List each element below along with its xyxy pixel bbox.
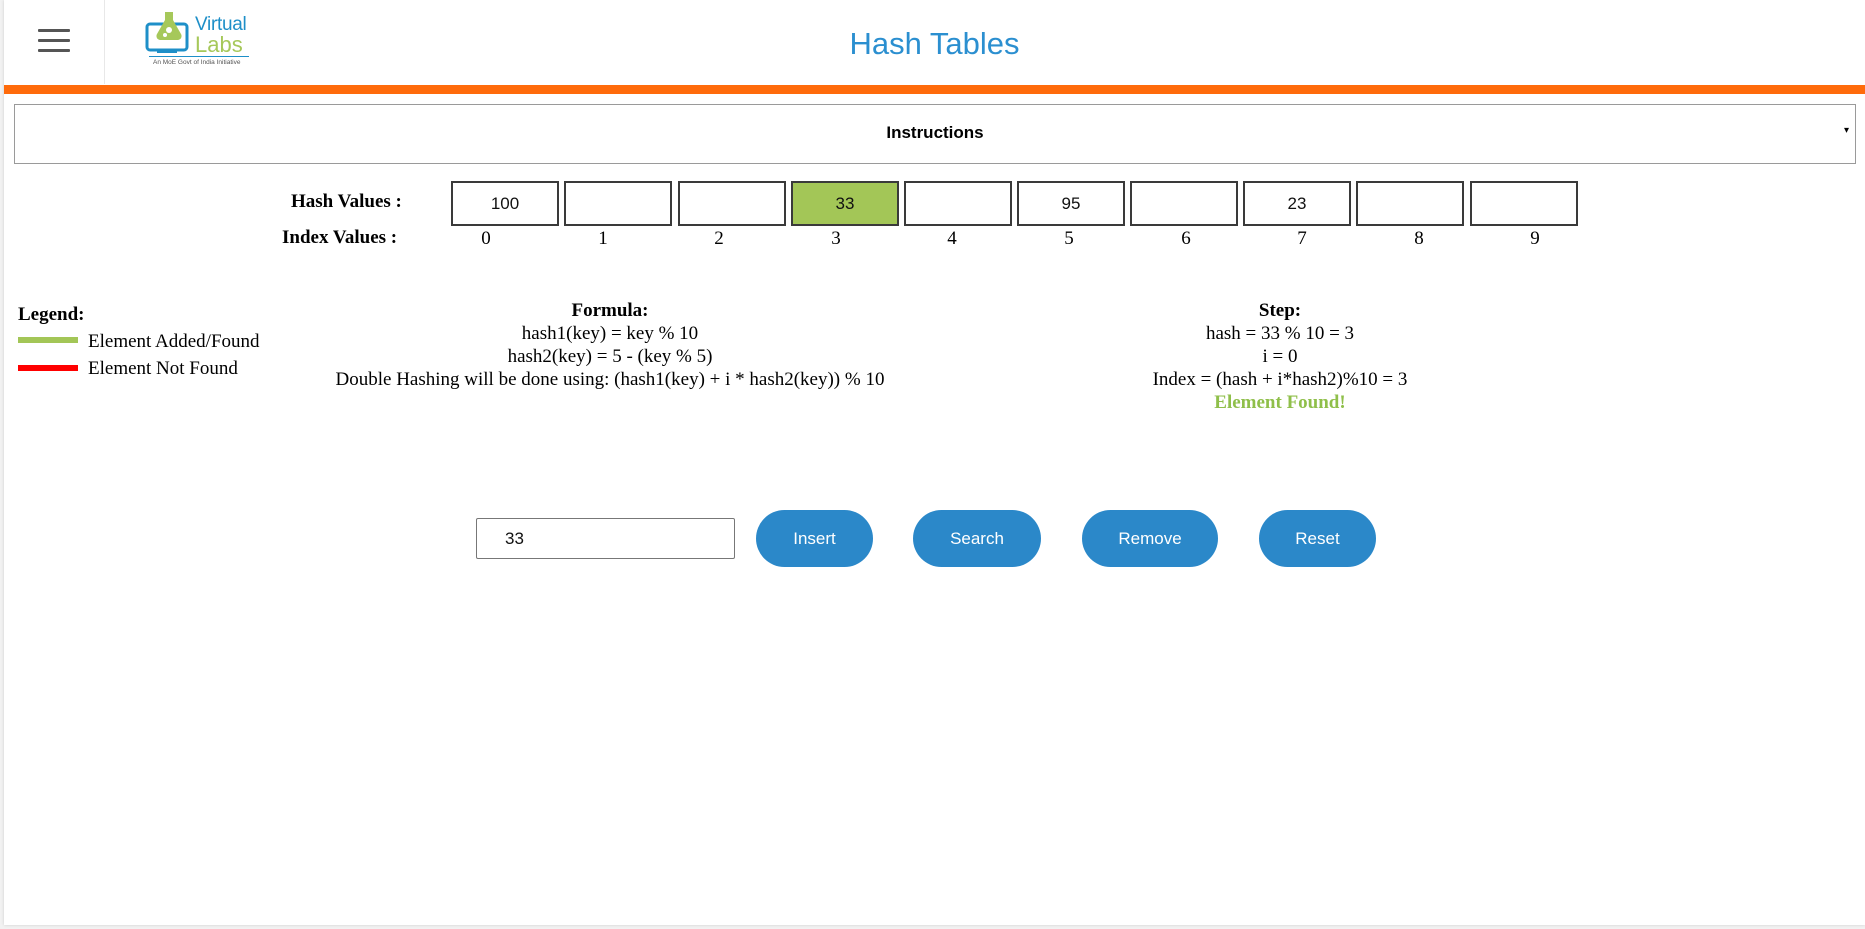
legend-not-found-label: Element Not Found: [88, 358, 238, 379]
index-value: 5: [1064, 228, 1074, 249]
caret-down-icon: ▾: [1843, 125, 1849, 136]
search-button[interactable]: Search: [913, 510, 1041, 567]
index-value: 6: [1181, 228, 1191, 249]
key-input[interactable]: [476, 518, 735, 559]
hash-cell-found: 33: [791, 181, 899, 226]
page-frame: Virtual Labs An MoE Govt of India Initia…: [4, 0, 1865, 925]
step-result: Element Found!: [1214, 392, 1346, 413]
step-line: hash = 33 % 10 = 3: [1205, 323, 1355, 344]
step-line: i = 0: [1262, 346, 1298, 367]
hash-cell: [564, 181, 672, 226]
step-title: Step:: [1258, 300, 1302, 321]
hash-cell: [1130, 181, 1238, 226]
reset-button[interactable]: Reset: [1259, 510, 1376, 567]
index-value: 2: [714, 228, 724, 249]
legend-title: Legend:: [18, 304, 85, 325]
hash-cell: [1470, 181, 1578, 226]
step-line: Index = (hash + i*hash2)%10 = 3: [1152, 369, 1408, 390]
header-accent-bar: [4, 85, 1865, 94]
hash-cell: [904, 181, 1012, 226]
index-value: 3: [831, 228, 841, 249]
insert-button[interactable]: Insert: [756, 510, 873, 567]
legend-found-label: Element Added/Found: [88, 331, 260, 352]
index-value: 8: [1414, 228, 1424, 249]
hash-cell: [678, 181, 786, 226]
page-title: Hash Tables: [849, 26, 1020, 61]
hash-cell: [1356, 181, 1464, 226]
hash-cell: 95: [1017, 181, 1125, 226]
index-value: 4: [947, 228, 957, 249]
index-value: 0: [481, 228, 491, 249]
formula-block: Formula: hash1(key) = key % 10 hash2(key…: [310, 299, 910, 391]
formula-title: Formula:: [571, 300, 649, 321]
index-value: 9: [1530, 228, 1540, 249]
instructions-dropdown[interactable]: Instructions ▾: [14, 104, 1856, 164]
formula-line: Double Hashing will be done using: (hash…: [335, 369, 885, 390]
instructions-label: Instructions: [886, 123, 984, 142]
hash-values-label: Hash Values :: [291, 191, 402, 212]
index-value: 7: [1297, 228, 1307, 249]
step-block: Step: hash = 33 % 10 = 3 i = 0 Index = (…: [1080, 299, 1480, 414]
index-value: 1: [598, 228, 608, 249]
legend-not-found-swatch: [18, 365, 78, 371]
hash-cell: 23: [1243, 181, 1351, 226]
legend-found-swatch: [18, 337, 78, 343]
remove-button[interactable]: Remove: [1082, 510, 1218, 567]
index-values-label: Index Values :: [282, 227, 398, 248]
header: Virtual Labs An MoE Govt of India Initia…: [4, 0, 1865, 85]
formula-line: hash2(key) = 5 - (key % 5): [507, 346, 713, 367]
hash-cell: 100: [451, 181, 559, 226]
formula-line: hash1(key) = key % 10: [521, 323, 699, 344]
